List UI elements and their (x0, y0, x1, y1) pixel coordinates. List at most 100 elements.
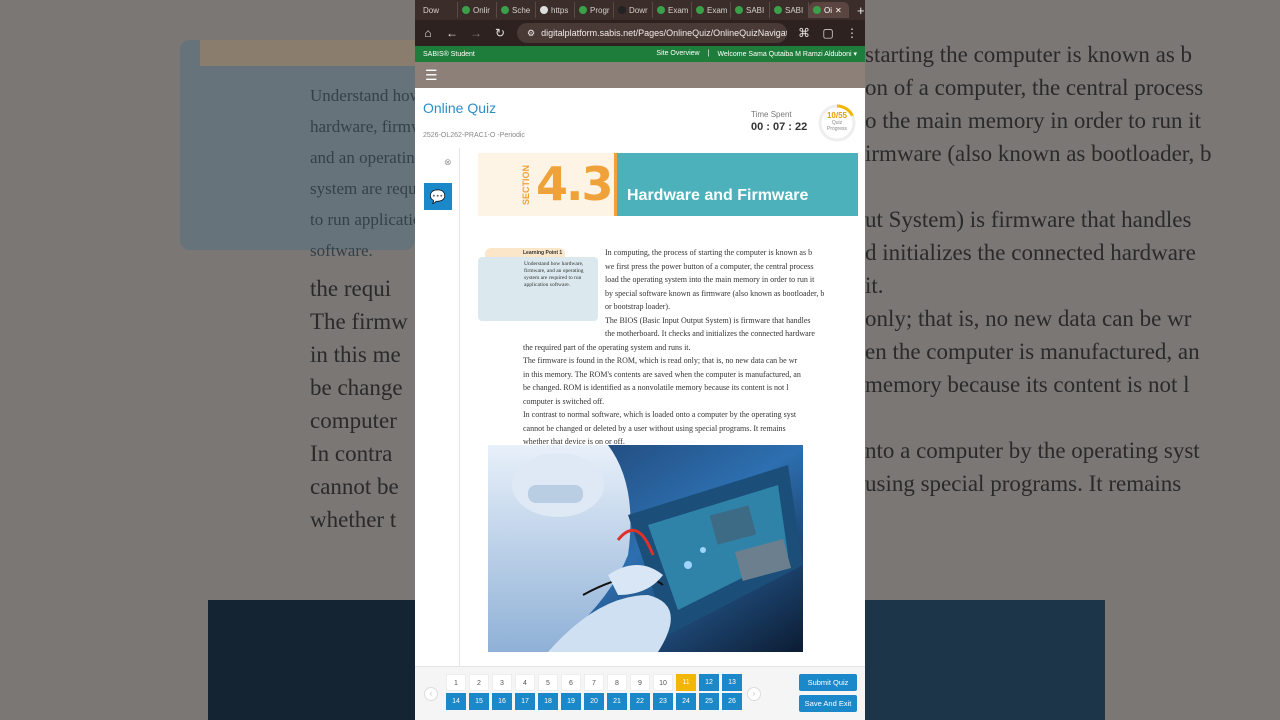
hamburger-icon[interactable]: ☰ (425, 67, 438, 84)
favicon-icon (813, 6, 821, 14)
question-button[interactable]: 15 (469, 693, 489, 710)
browser-tab[interactable]: SABI (731, 2, 770, 18)
question-button[interactable]: 24 (676, 693, 696, 710)
menu-bar: ☰ (415, 62, 865, 88)
article-line: The firmware is found in the ROM, which … (523, 356, 798, 365)
favicon-icon (618, 6, 626, 14)
close-tab-icon[interactable]: ✕ (835, 6, 842, 15)
quiz-progress: 10/55 Quiz Progress (817, 103, 857, 143)
article-line: the motherboard. It checks and initializ… (605, 329, 815, 338)
question-button[interactable]: 19 (561, 693, 581, 710)
question-button[interactable]: 23 (653, 693, 673, 710)
section-number: 4.3 (536, 157, 613, 211)
article-line: The BIOS (Basic Input Output System) is … (605, 315, 811, 325)
technician-circuit-board-image (488, 445, 803, 652)
favicon-icon (462, 6, 470, 14)
question-button[interactable]: 1 (446, 674, 466, 691)
question-button[interactable]: 14 (446, 693, 466, 710)
forward-arrow-icon[interactable]: → (469, 26, 483, 40)
question-button[interactable]: 8 (607, 674, 627, 691)
question-button[interactable]: 21 (607, 693, 627, 710)
question-button[interactable]: 9 (630, 674, 650, 691)
article-line: be changed. ROM is identified as a nonvo… (523, 383, 789, 392)
question-button[interactable]: 10 (653, 674, 673, 691)
reload-icon[interactable]: ↻ (493, 26, 507, 40)
article-line: In contrast to normal software, which is… (523, 410, 797, 419)
background-learning-label (200, 40, 415, 66)
question-button[interactable]: 18 (538, 693, 558, 710)
browser-tab-bar: Dow Onlir Sche https Progr Dowr Exam Exa… (415, 0, 865, 20)
browser-toolbar: ⌂ ← → ↻ ⚙ digitalplatform.sabis.net/Page… (415, 20, 865, 46)
next-page-arrow-icon[interactable]: › (747, 687, 761, 701)
browser-tab[interactable]: Onlir (458, 2, 497, 18)
favicon-icon (774, 6, 782, 14)
side-panel: ⊗ 💬 (415, 148, 460, 666)
submit-quiz-button[interactable]: Submit Quiz (799, 674, 857, 691)
question-button[interactable]: 12 (699, 674, 719, 691)
translate-icon[interactable]: ⌘ (797, 26, 811, 40)
chat-icon[interactable]: 💬 (424, 183, 452, 210)
article-line: cannot be changed or deleted by a user w… (523, 423, 786, 433)
browser-tab[interactable]: https (536, 2, 575, 18)
favicon-icon (735, 6, 743, 14)
background-photo-left (208, 600, 415, 720)
question-button[interactable]: 26 (722, 693, 742, 710)
phone-screen: Dow Onlir Sche https Progr Dowr Exam Exa… (415, 0, 865, 720)
browser-tab[interactable]: Progr (575, 2, 614, 18)
question-button[interactable]: 22 (630, 693, 650, 710)
close-icon[interactable]: ⊗ (444, 157, 452, 168)
favicon-icon (540, 6, 548, 14)
timer: Time Spent 00 : 07 : 22 (751, 110, 807, 133)
question-button[interactable]: 16 (492, 693, 512, 710)
site-info-icon[interactable]: ⚙ (527, 28, 535, 39)
question-button[interactable]: 7 (584, 674, 604, 691)
article-line: we first press the power button of a com… (605, 261, 814, 271)
favicon-icon (696, 6, 704, 14)
quiz-code: 2526-OL262-PRAC1-O -Periodic (423, 132, 525, 139)
more-menu-icon[interactable]: ⋮ (845, 26, 859, 40)
question-button-current[interactable]: 11 (676, 674, 696, 691)
quiz-header: Online Quiz 2526-OL262-PRAC1-O -Periodic… (415, 88, 865, 146)
progress-label: Progress (826, 126, 847, 132)
favicon-icon (579, 6, 587, 14)
user-menu[interactable]: Welcome Sama Qutaiba M Ramzi Alduboni ▾ (717, 50, 857, 58)
section-title: Hardware and Firmware (627, 187, 809, 204)
favicon-icon (657, 6, 665, 14)
extension-icon[interactable]: ▢ (821, 26, 835, 40)
browser-tab[interactable]: Dowr (614, 2, 653, 18)
browser-tab-active[interactable]: Oi ✕ (809, 2, 849, 18)
browser-tab[interactable]: SABI (770, 2, 809, 18)
sabis-header: SABIS® Student Site Overview | Welcome S… (415, 46, 865, 62)
browser-tab[interactable]: Sche (497, 2, 536, 18)
site-overview-link[interactable]: Site Overview (656, 50, 699, 58)
article-line: In computing, the process of starting th… (605, 248, 813, 257)
back-arrow-icon[interactable]: ← (445, 26, 459, 40)
timer-value: 00 : 07 : 22 (751, 121, 808, 133)
browser-tab[interactable]: Exam (692, 2, 731, 18)
section-banner: SECTION 4.3 Hardware and Firmware (478, 153, 858, 216)
save-and-exit-button[interactable]: Save And Exit (799, 695, 857, 712)
address-bar[interactable]: ⚙ digitalplatform.sabis.net/Pages/Online… (517, 23, 787, 43)
article-line: in this memory. The ROM's contents are s… (523, 369, 801, 379)
article-line: by special software known as firmware (a… (605, 288, 825, 298)
question-button[interactable]: 6 (561, 674, 581, 691)
question-row: 1 2 3 4 5 6 7 8 9 10 11 12 13 (446, 674, 746, 691)
prev-page-arrow-icon[interactable]: ‹ (424, 687, 438, 701)
question-button[interactable]: 13 (722, 674, 742, 691)
question-button[interactable]: 2 (469, 674, 489, 691)
browser-tab[interactable]: Exam (653, 2, 692, 18)
background-text-lower: the requi The firmw in this me be change com… (310, 276, 408, 532)
question-button[interactable]: 4 (515, 674, 535, 691)
timer-label: Time Spent (751, 110, 792, 119)
home-icon[interactable]: ⌂ (421, 26, 435, 40)
question-button[interactable]: 3 (492, 674, 512, 691)
new-tab-icon[interactable]: + (857, 3, 865, 18)
question-button[interactable]: 5 (538, 674, 558, 691)
quiz-content: ⊗ 💬 SECTION 4.3 Hardware and Firmware Le… (415, 148, 865, 666)
question-row: 14 15 16 17 18 19 20 21 22 23 24 25 26 (446, 693, 746, 710)
question-button[interactable]: 20 (584, 693, 604, 710)
browser-tab[interactable]: Dow (419, 2, 458, 18)
question-button[interactable]: 17 (515, 693, 535, 710)
question-button[interactable]: 25 (699, 693, 719, 710)
background-photo-right (865, 600, 1105, 720)
